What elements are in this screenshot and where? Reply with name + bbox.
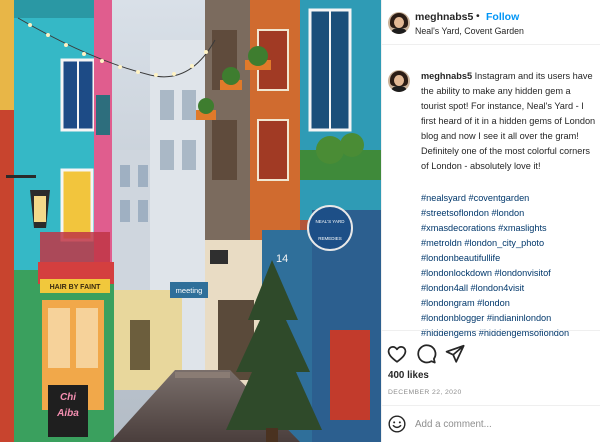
meeting-sign: meeting	[176, 286, 203, 295]
caption-area: meghnabs5 Instagram and its users have t…	[382, 58, 600, 338]
post-header: meghnabs5 • Follow Neal's Yard, Covent G…	[382, 0, 600, 45]
share-icon[interactable]	[444, 343, 466, 365]
hashtag-line[interactable]: #londongram #london	[421, 296, 597, 311]
aiba-sign-text: Aiba	[56, 408, 79, 419]
post-actions: 400 likes December 22, 2020	[382, 330, 600, 440]
post-username[interactable]: meghnabs5	[415, 11, 473, 23]
separator-dot: •	[476, 10, 480, 22]
hashtag-line[interactable]: #xmasdecorations #xmaslights	[421, 221, 597, 236]
hashtag-line[interactable]: #streetsoflondon #london	[421, 206, 597, 221]
hashtag-line[interactable]: #metroldn #london_city_photo	[421, 236, 597, 251]
location-link[interactable]: Neal's Yard, Covent Garden	[415, 26, 524, 36]
hashtag-line[interactable]: #london4all #london4visit	[421, 281, 597, 296]
caption-text: meghnabs5 Instagram and its users have t…	[421, 69, 597, 174]
comment-icon[interactable]	[415, 343, 437, 365]
shop-number: 14	[276, 253, 288, 265]
comment-bar	[382, 405, 600, 441]
hashtag-line[interactable]: #londonblogger #indianinlondon	[421, 311, 597, 326]
follow-button[interactable]: Follow	[486, 11, 519, 23]
comment-input[interactable]	[415, 415, 595, 433]
heart-icon[interactable]	[386, 343, 408, 365]
like-count[interactable]: 400 likes	[388, 370, 429, 381]
hashtag-line[interactable]: #londonlockdown #londonvisitof	[421, 266, 597, 281]
hashtag-line[interactable]: #londonbeautifullife	[421, 251, 597, 266]
caption-username[interactable]: meghnabs5	[421, 71, 472, 81]
hair-shop-sign: HAIR BY FAINT	[50, 284, 102, 291]
caption-body: Instagram and its users have the ability…	[421, 71, 596, 171]
hashtag-list: #nealsyard #coventgarden #streetsoflondo…	[421, 191, 597, 341]
chi-sign-text: Chi	[60, 392, 76, 403]
remedies-sign-top: NEAL'S YARD	[316, 219, 346, 224]
neals-yard-photo: HAIR BY FAINT Chi Aiba 14 meeting NEAL'S…	[0, 0, 381, 442]
avatar[interactable]	[388, 12, 410, 34]
post-panel: meghnabs5 • Follow Neal's Yard, Covent G…	[381, 0, 600, 442]
post-date: December 22, 2020	[388, 389, 462, 396]
remedies-sign-bottom: REMEDIES	[318, 236, 342, 241]
post-photo[interactable]: HAIR BY FAINT Chi Aiba 14 meeting NEAL'S…	[0, 0, 381, 442]
caption-avatar[interactable]	[388, 70, 410, 92]
smiley-icon[interactable]	[387, 414, 407, 434]
hashtag-line[interactable]: #nealsyard #coventgarden	[421, 191, 597, 206]
